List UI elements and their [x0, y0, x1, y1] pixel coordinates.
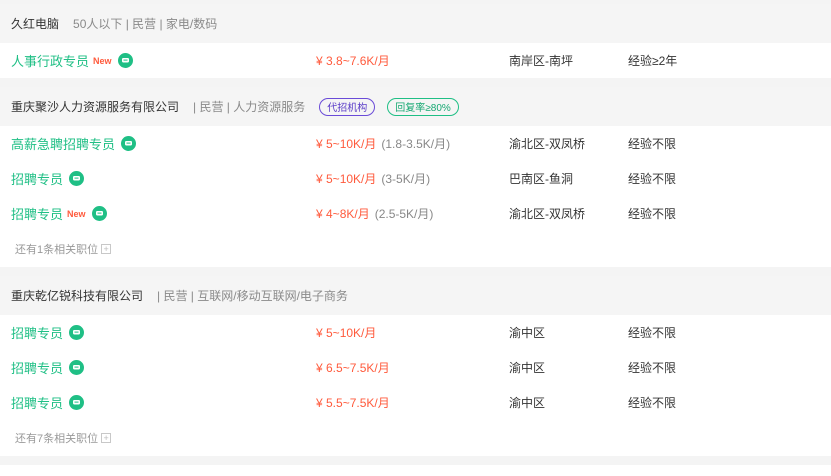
job-row: 招聘专员 New ¥ 4~8K/月 (2.5-5K/月) 渝北区-双凤桥 经验不限	[0, 196, 831, 231]
section-gap	[0, 267, 831, 276]
job-location: 南岸区-南坪	[509, 54, 573, 68]
job-location: 巴南区-鱼洞	[509, 172, 573, 186]
job-row: 高薪急聘招聘专员 ¥ 5~10K/月 (1.8-3.5K/月) 渝北区-双凤桥 经…	[0, 126, 831, 161]
job-row: 人事行政专员 New ¥ 3.8~7.6K/月 南岸区-南坪 经验≥2年	[0, 43, 831, 78]
company-block: 重庆聚沙人力资源服务有限公司 | 民营 | 人力资源服务 代招机构 回复率≥80…	[0, 87, 831, 267]
salary: ¥ 5~10K/月	[316, 324, 376, 341]
company-meta: | 民营 | 人力资源服务	[193, 100, 306, 114]
job-title[interactable]: 高薪急聘招聘专员	[11, 134, 115, 153]
salary-range: ¥ 6.5~7.5K/月	[316, 361, 390, 375]
salary: ¥ 4~8K/月 (2.5-5K/月)	[316, 205, 433, 222]
job-title[interactable]: 招聘专员	[11, 393, 63, 412]
chat-bubble-icon[interactable]	[69, 395, 85, 410]
job-title[interactable]: 招聘专员	[11, 323, 63, 342]
company-meta: 50人以下 | 民营 | 家电/数码	[73, 17, 218, 31]
company-block: 久红电脑 50人以下 | 民营 | 家电/数码 人事行政专员 New ¥ 3.8…	[0, 4, 831, 78]
job-experience: 经验不限	[628, 361, 677, 375]
salary: ¥ 5~10K/月 (3-5K/月)	[316, 170, 430, 187]
job-title-link[interactable]: 招聘专员	[11, 323, 85, 342]
agency-tag: 代招机构	[319, 97, 376, 116]
job-title[interactable]: 招聘专员	[11, 169, 63, 188]
chat-bubble-icon[interactable]	[121, 136, 137, 151]
job-location: 渝中区	[509, 326, 546, 340]
job-title-link[interactable]: 招聘专员 New	[11, 204, 107, 223]
chat-bubble-icon[interactable]	[91, 206, 107, 221]
job-experience: 经验不限	[628, 207, 677, 221]
chat-bubble-icon[interactable]	[69, 171, 85, 186]
job-location: 渝中区	[509, 361, 546, 375]
job-row: 招聘专员 ¥ 5~10K/月 渝中区 经验不限	[0, 315, 831, 350]
job-title[interactable]: 人事行政专员	[11, 51, 89, 70]
job-experience: 经验不限	[628, 137, 677, 151]
salary-detail: (3-5K/月)	[381, 172, 431, 186]
salary: ¥ 6.5~7.5K/月	[316, 359, 390, 376]
job-row: 招聘专员 ¥ 6.5~7.5K/月 渝中区 经验不限	[0, 350, 831, 385]
more-jobs-link[interactable]: 还有1条相关职位 +	[0, 231, 831, 267]
reply-rate-tag: 回复率≥80%	[387, 97, 459, 116]
salary-range: ¥ 3.8~7.6K/月	[316, 54, 390, 68]
more-jobs-label[interactable]: 还有1条相关职位	[15, 241, 98, 257]
salary: ¥ 5.5~7.5K/月	[316, 394, 390, 411]
chat-bubble-icon[interactable]	[69, 325, 85, 340]
salary-range: ¥ 5.5~7.5K/月	[316, 396, 390, 410]
salary-detail: (2.5-5K/月)	[374, 207, 434, 221]
job-title-link[interactable]: 高薪急聘招聘专员	[11, 134, 137, 153]
company-header: 重庆聚沙人力资源服务有限公司 | 民营 | 人力资源服务 代招机构 回复率≥80…	[0, 87, 831, 126]
more-jobs-link[interactable]: 还有7条相关职位 +	[0, 420, 831, 456]
company-name[interactable]: 久红电脑	[11, 15, 59, 32]
salary-detail: (1.8-3.5K/月)	[381, 137, 451, 151]
plus-square-icon[interactable]: +	[101, 433, 112, 443]
salary-range: ¥ 5~10K/月	[316, 326, 377, 340]
job-title-link[interactable]: 招聘专员	[11, 358, 85, 377]
job-location: 渝北区-双凤桥	[509, 207, 585, 221]
job-experience: 经验不限	[628, 172, 677, 186]
job-row: 招聘专员 ¥ 5~10K/月 (3-5K/月) 巴南区-鱼洞 经验不限	[0, 161, 831, 196]
company-header: 久红电脑 50人以下 | 民营 | 家电/数码	[0, 4, 831, 43]
company-block: 重庆乾亿锐科技有限公司 | 民营 | 互联网/移动互联网/电子商务 招聘专员 ¥…	[0, 276, 831, 456]
salary-range: ¥ 5~10K/月	[316, 137, 377, 151]
salary-range: ¥ 4~8K/月	[316, 207, 370, 221]
job-title-link[interactable]: 招聘专员	[11, 393, 85, 412]
company-header: 重庆乾亿锐科技有限公司 | 民营 | 互联网/移动互联网/电子商务	[0, 276, 831, 315]
job-experience: 经验不限	[628, 326, 677, 340]
salary: ¥ 3.8~7.6K/月	[316, 52, 390, 69]
company-name[interactable]: 重庆乾亿锐科技有限公司	[11, 287, 143, 304]
job-title[interactable]: 招聘专员	[11, 204, 63, 223]
job-location: 渝北区-双凤桥	[509, 137, 585, 151]
new-badge: New	[93, 55, 112, 66]
more-jobs-label[interactable]: 还有7条相关职位	[15, 430, 98, 446]
job-title-link[interactable]: 人事行政专员 New	[11, 51, 133, 70]
section-gap	[0, 456, 831, 465]
job-title-link[interactable]: 招聘专员	[11, 169, 85, 188]
job-experience: 经验≥2年	[628, 54, 678, 68]
company-name[interactable]: 重庆聚沙人力资源服务有限公司	[11, 98, 179, 115]
job-title[interactable]: 招聘专员	[11, 358, 63, 377]
job-location: 渝中区	[509, 396, 546, 410]
plus-square-icon[interactable]: +	[101, 244, 112, 254]
job-experience: 经验不限	[628, 396, 677, 410]
salary: ¥ 5~10K/月 (1.8-3.5K/月)	[316, 135, 450, 152]
chat-bubble-icon[interactable]	[117, 53, 133, 68]
job-row: 招聘专员 ¥ 5.5~7.5K/月 渝中区 经验不限	[0, 385, 831, 420]
company-meta: | 民营 | 互联网/移动互联网/电子商务	[157, 289, 348, 303]
new-badge: New	[67, 208, 86, 219]
section-gap	[0, 78, 831, 87]
salary-range: ¥ 5~10K/月	[316, 172, 377, 186]
chat-bubble-icon[interactable]	[69, 360, 85, 375]
